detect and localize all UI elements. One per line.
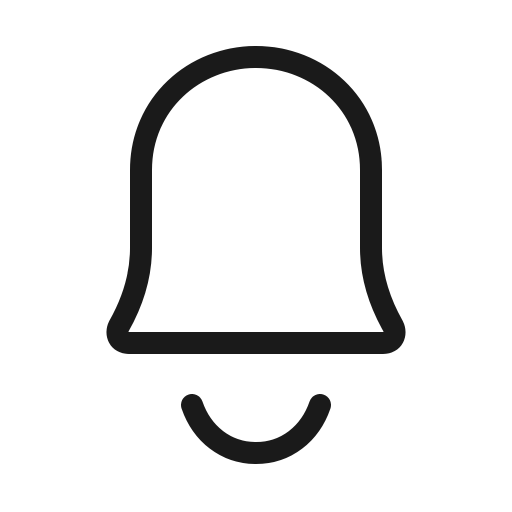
bell-clapper xyxy=(181,394,331,464)
icon-canvas xyxy=(0,0,512,512)
bell-icon xyxy=(106,46,406,464)
bell-body xyxy=(106,46,406,354)
